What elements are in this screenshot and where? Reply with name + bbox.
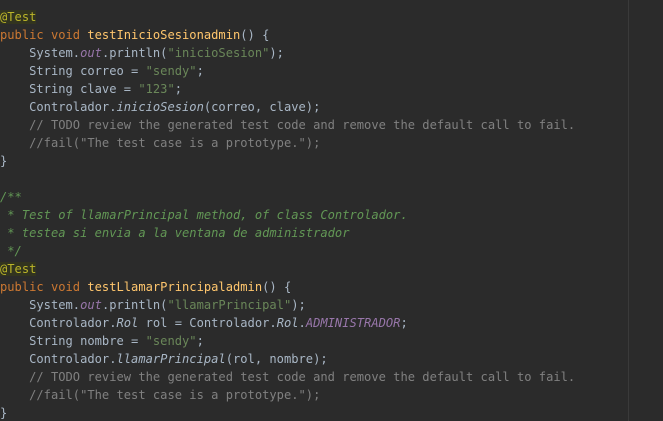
code-token: public void	[0, 280, 88, 294]
code-token: //fail("The test case is a prototype.");	[0, 388, 321, 402]
code-token: Rol	[276, 316, 299, 330]
code-line[interactable]: */	[0, 242, 575, 260]
code-token: );	[291, 298, 306, 312]
code-line[interactable]	[0, 170, 575, 188]
code-line[interactable]: @Test	[0, 260, 575, 278]
code-token: }	[0, 406, 8, 420]
code-token: rol = Controlador.	[138, 316, 277, 330]
code-token: Controlador.	[0, 100, 117, 114]
code-token: .println(	[101, 46, 168, 60]
code-token: ADMINISTRADOR	[305, 316, 401, 330]
code-token: */	[0, 244, 22, 258]
code-token: () {	[240, 28, 270, 42]
code-token: String nombre =	[0, 334, 146, 348]
code-token: Controlador.	[0, 352, 117, 366]
code-token: System.	[0, 46, 81, 60]
code-token: ;	[196, 334, 204, 348]
code-token: .println(	[101, 298, 168, 312]
code-token: "inicioSesion"	[167, 46, 270, 60]
code-token: ;	[196, 64, 204, 78]
code-line[interactable]: * Test of llamarPrincipal method, of cla…	[0, 206, 575, 224]
right-margin-guide	[628, 0, 629, 421]
code-token: System.	[0, 298, 81, 312]
code-token: testInicioSesionadmin	[87, 28, 241, 42]
code-token: * Test of llamarPrincipal method, of cla…	[0, 208, 408, 222]
code-line[interactable]: Controlador.Rol rol = Controlador.Rol.AD…	[0, 314, 575, 332]
code-token: String clave =	[0, 82, 139, 96]
code-token: Rol	[116, 316, 139, 330]
code-token: "123"	[138, 82, 175, 96]
code-token: out	[80, 298, 102, 312]
code-line[interactable]: public void testLlamarPrincipaladmin() {	[0, 278, 575, 296]
code-line[interactable]: Controlador.inicioSesion(correo, clave);	[0, 98, 575, 116]
code-token: inicioSesion	[116, 100, 204, 114]
code-token: ;	[400, 316, 408, 330]
code-line[interactable]: String nombre = "sendy";	[0, 332, 575, 350]
code-line[interactable]: * testea si envia a la ventana de admini…	[0, 224, 575, 242]
code-token: "sendy"	[145, 334, 197, 348]
code-token: (correo, clave);	[203, 100, 321, 114]
code-token: @Test	[0, 262, 37, 276]
code-token: public void	[0, 28, 88, 42]
code-token: );	[269, 46, 284, 60]
code-token: (rol, nombre);	[225, 352, 328, 366]
code-token: out	[80, 46, 102, 60]
code-token: ;	[174, 82, 183, 96]
code-token: * testea si envia a la ventana de admini…	[0, 226, 350, 240]
code-token: @Test	[0, 10, 37, 24]
code-line[interactable]: //fail("The test case is a prototype.");	[0, 134, 575, 152]
code-token: .	[298, 316, 306, 330]
code-token: String correo =	[0, 64, 146, 78]
code-token: Controlador.	[0, 316, 117, 330]
code-line[interactable]: }	[0, 152, 575, 170]
code-line[interactable]: // TODO review the generated test code a…	[0, 368, 575, 386]
code-line[interactable]: System.out.println("inicioSesion");	[0, 44, 575, 62]
code-line[interactable]: Controlador.llamarPrincipal(rol, nombre)…	[0, 350, 575, 368]
code-area[interactable]: @Test public void testInicioSesionadmin()…	[0, 8, 575, 421]
code-line[interactable]: String correo = "sendy";	[0, 62, 575, 80]
code-line[interactable]: @Test	[0, 8, 575, 26]
code-token: "sendy"	[145, 64, 197, 78]
code-line[interactable]: //fail("The test case is a prototype.");	[0, 386, 575, 404]
code-token: llamarPrincipal	[116, 352, 226, 366]
code-token: testLlamarPrincipaladmin	[87, 280, 263, 294]
code-editor[interactable]: @Test public void testInicioSesionadmin()…	[0, 0, 663, 421]
code-token: //fail("The test case is a prototype.");	[0, 136, 321, 150]
code-token: }	[0, 154, 8, 168]
code-line[interactable]: }	[0, 404, 575, 421]
code-token: // TODO review the generated test code a…	[0, 370, 576, 384]
code-line[interactable]: public void testInicioSesionadmin() {	[0, 26, 575, 44]
code-line[interactable]: /**	[0, 188, 575, 206]
code-token: /**	[0, 190, 22, 204]
code-line[interactable]: // TODO review the generated test code a…	[0, 116, 575, 134]
code-line[interactable]: System.out.println("llamarPrincipal");	[0, 296, 575, 314]
code-line[interactable]: String clave = "123";	[0, 80, 575, 98]
code-token: "llamarPrincipal"	[167, 298, 292, 312]
code-token: // TODO review the generated test code a…	[0, 118, 576, 132]
code-token: () {	[262, 280, 292, 294]
